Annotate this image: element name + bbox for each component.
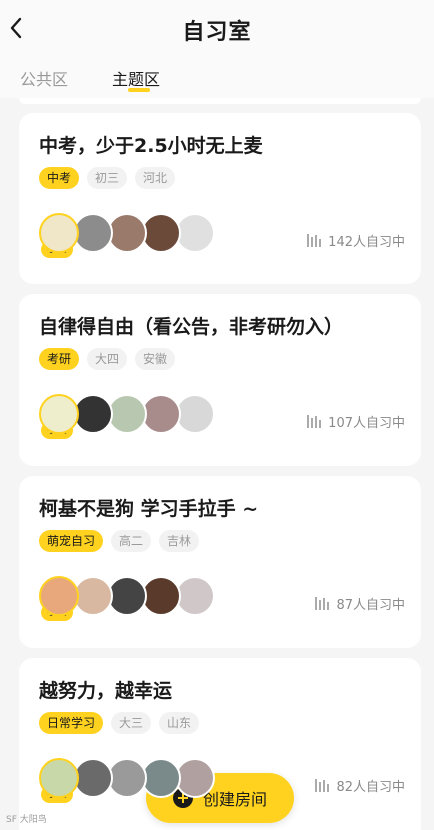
room-tag: 大三 — [111, 712, 152, 734]
room-title: 自律得自由（看公告，非考研勿入） — [39, 316, 344, 338]
room-tags: 中考 初三 河北 — [39, 167, 176, 189]
header: 自习室 — [0, 0, 434, 58]
room-tag: 安徽 — [135, 348, 176, 370]
member-avatar[interactable] — [107, 213, 147, 253]
bar-chart-icon — [315, 597, 330, 610]
member-avatar[interactable] — [39, 758, 79, 798]
member-avatars — [39, 394, 229, 436]
member-avatar[interactable] — [175, 394, 215, 434]
member-avatar[interactable] — [73, 576, 113, 616]
bar-chart-icon — [315, 779, 330, 792]
tab-public[interactable]: 公共区 — [20, 66, 68, 90]
room-card[interactable]: 中考，少于2.5小时无上麦 中考 初三 河北 学委 142人自习中 — [19, 113, 421, 284]
room-tag: 中考 — [39, 167, 80, 189]
member-avatar[interactable] — [73, 394, 113, 434]
watermark: SF 大阳鸟 — [6, 815, 47, 825]
room-tag: 初三 — [87, 167, 128, 189]
member-avatar[interactable] — [175, 213, 215, 253]
member-avatar[interactable] — [141, 394, 181, 434]
member-avatar[interactable] — [107, 758, 147, 798]
online-count-text: 142人自习中 — [328, 235, 405, 250]
room-tags: 萌宠自习 高二 吉林 — [39, 530, 200, 552]
member-avatar[interactable] — [141, 213, 181, 253]
online-count: 142人自习中 — [307, 231, 405, 250]
room-tag: 高二 — [111, 530, 152, 552]
online-count: 87人自习中 — [315, 594, 405, 613]
bar-chart-icon — [307, 415, 322, 428]
tab-topic[interactable]: 主题区 — [112, 66, 160, 90]
previous-card-edge — [19, 98, 421, 104]
member-avatar[interactable] — [73, 758, 113, 798]
tab-bar: 公共区 主题区 — [0, 58, 434, 98]
online-count-text: 107人自习中 — [328, 416, 405, 431]
member-avatar[interactable] — [39, 394, 79, 434]
member-avatar[interactable] — [107, 394, 147, 434]
room-tag: 吉林 — [159, 530, 200, 552]
member-avatars — [39, 213, 229, 255]
member-avatar[interactable] — [73, 213, 113, 253]
room-tag: 考研 — [39, 348, 80, 370]
member-avatars — [39, 758, 229, 800]
online-count-text: 82人自习中 — [336, 780, 405, 795]
member-avatars — [39, 576, 229, 618]
member-avatar[interactable] — [175, 576, 215, 616]
room-tag: 大四 — [87, 348, 128, 370]
room-title: 中考，少于2.5小时无上麦 — [39, 135, 263, 157]
room-tag: 山东 — [159, 712, 200, 734]
online-count: 107人自习中 — [307, 412, 405, 431]
room-tag: 日常学习 — [39, 712, 104, 734]
member-avatar[interactable] — [141, 758, 181, 798]
active-tab-indicator — [128, 88, 150, 92]
room-tag: 萌宠自习 — [39, 530, 104, 552]
member-avatar[interactable] — [39, 576, 79, 616]
bar-chart-icon — [307, 234, 322, 247]
member-avatar[interactable] — [39, 213, 79, 253]
room-tags: 考研 大四 安徽 — [39, 348, 176, 370]
member-avatar[interactable] — [175, 758, 215, 798]
room-tag: 河北 — [135, 167, 176, 189]
member-avatar[interactable] — [107, 576, 147, 616]
member-avatar[interactable] — [141, 576, 181, 616]
room-title: 越努力，越幸运 — [39, 680, 173, 702]
room-card[interactable]: 柯基不是狗 学习手拉手 ~ 萌宠自习 高二 吉林 学委 87人自习中 — [19, 476, 421, 648]
room-tags: 日常学习 大三 山东 — [39, 712, 200, 734]
room-title: 柯基不是狗 学习手拉手 ~ — [39, 498, 259, 520]
online-count: 82人自习中 — [315, 776, 405, 795]
create-room-label: 创建房间 — [202, 790, 267, 809]
room-card[interactable]: 自律得自由（看公告，非考研勿入） 考研 大四 安徽 学委 107人自习中 — [19, 294, 421, 466]
page-title: 自习室 — [182, 20, 252, 45]
online-count-text: 87人自习中 — [336, 598, 405, 613]
